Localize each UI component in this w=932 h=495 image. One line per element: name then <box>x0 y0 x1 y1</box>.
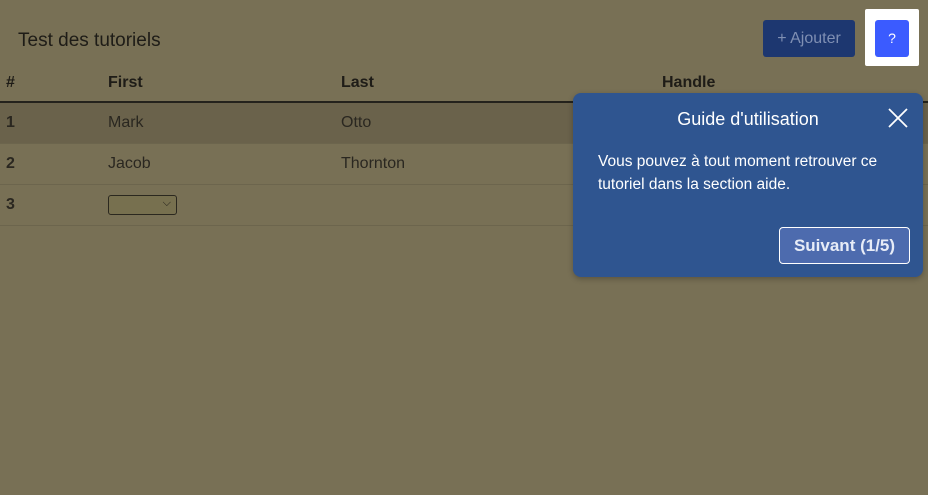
help-button[interactable]: ? <box>875 20 909 57</box>
cell-first: ⌵ <box>108 184 341 226</box>
add-button[interactable]: + Ajouter <box>763 20 855 57</box>
tutorial-popover: Guide d'utilisation Vous pouvez à tout m… <box>573 93 923 277</box>
close-icon[interactable] <box>887 107 909 129</box>
first-name-select[interactable]: ⌵ <box>108 195 177 215</box>
window-edge <box>928 0 932 495</box>
row-number: 1 <box>0 102 108 144</box>
row-number: 3 <box>0 184 108 226</box>
column-header-first: First <box>108 64 341 103</box>
row-number: 2 <box>0 143 108 185</box>
tutorial-body: Vous pouvez à tout moment retrouver ce t… <box>598 153 878 193</box>
chevron-down-icon: ⌵ <box>162 197 171 209</box>
cell-first: Jacob <box>108 143 341 185</box>
column-header-number: # <box>0 64 108 103</box>
next-button[interactable]: Suivant (1/5) <box>779 227 910 264</box>
tutorial-title: Guide d'utilisation <box>677 109 819 129</box>
cell-first: Mark <box>108 102 341 144</box>
page-title: Test des tutoriels <box>18 30 161 51</box>
